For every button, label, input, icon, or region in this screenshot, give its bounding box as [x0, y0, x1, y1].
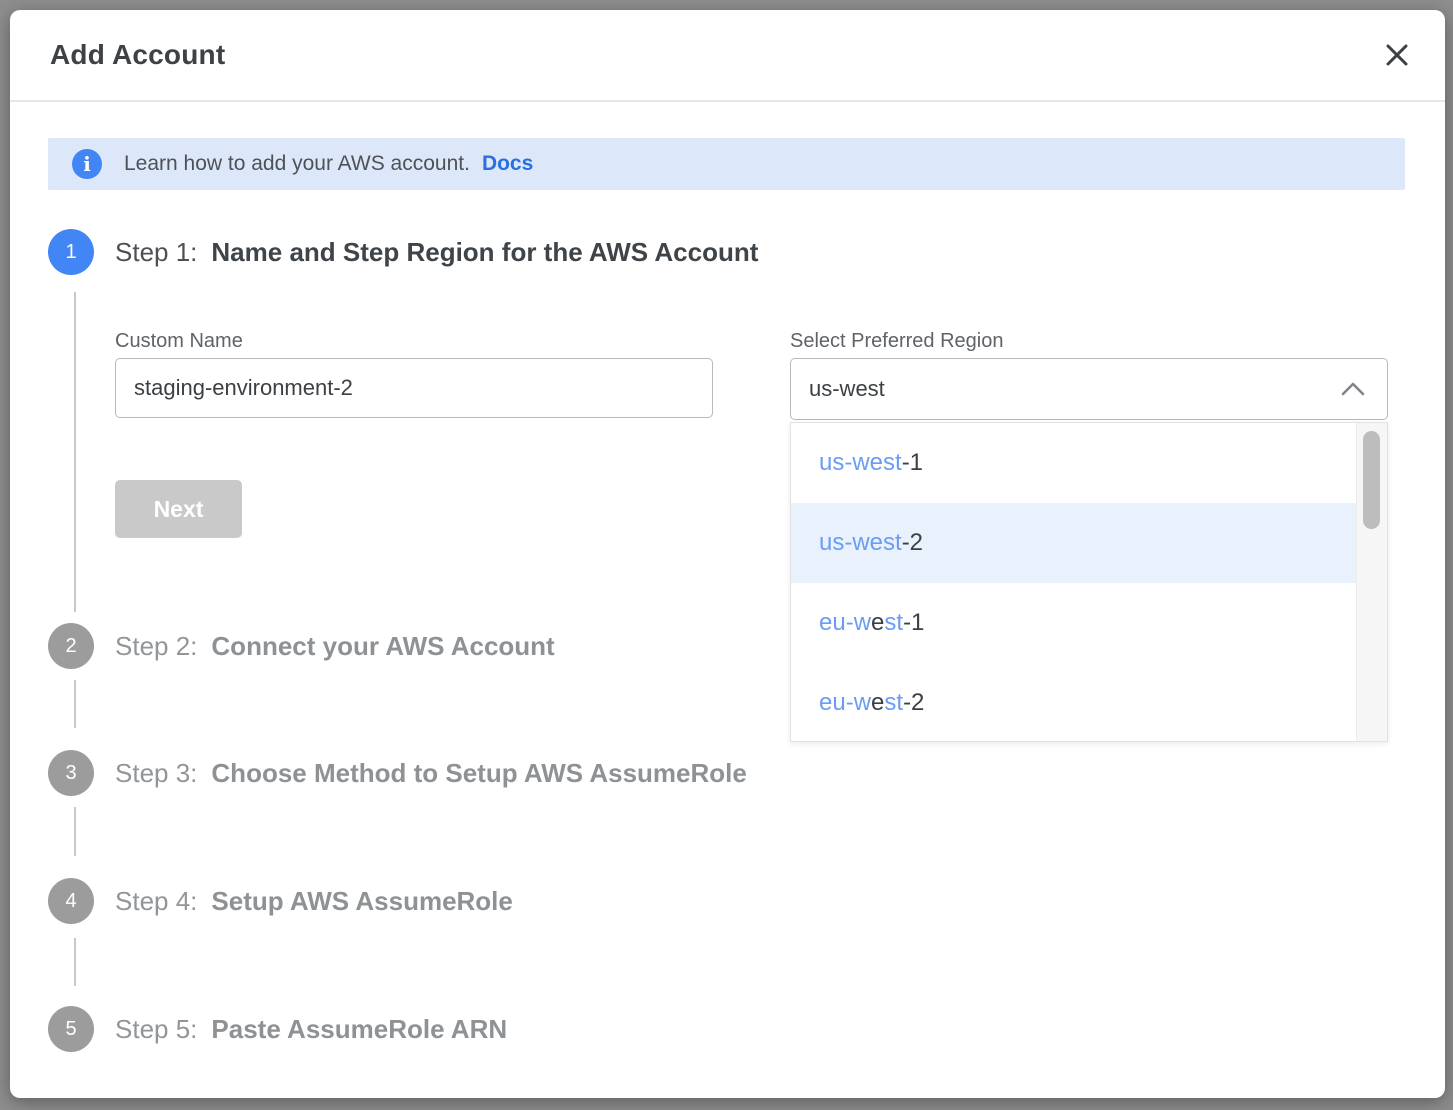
option-text: e — [871, 689, 884, 716]
step-3-prefix: Step 3: — [115, 758, 197, 788]
dropdown-option-eu-west-2[interactable]: eu-west-2 — [791, 663, 1357, 743]
step-4-title: Setup AWS AssumeRole — [211, 886, 512, 916]
step-connector — [74, 680, 76, 728]
dropdown-option-eu-west-1[interactable]: eu-west-1 — [791, 583, 1357, 663]
option-text-matched: st — [884, 689, 903, 716]
step-1-title: Name and Step Region for the AWS Account — [211, 237, 758, 267]
dropdown-option-us-west-2[interactable]: us-west-2 — [791, 503, 1357, 583]
close-button[interactable] — [1383, 41, 1411, 69]
option-text-matched: eu-w — [819, 609, 871, 636]
info-icon: i — [72, 149, 102, 179]
option-text: -2 — [903, 689, 924, 716]
step-4-prefix: Step 4: — [115, 886, 197, 916]
step-2-heading: Step 2: Connect your AWS Account — [115, 623, 555, 669]
option-text-matched: us-west — [819, 529, 902, 556]
step-connector — [74, 938, 76, 986]
dropdown-option-us-west-1[interactable]: us-west-1 — [791, 423, 1357, 503]
info-banner: i Learn how to add your AWS account. Doc… — [48, 138, 1405, 190]
step-1-circle: 1 — [48, 229, 94, 275]
modal-title: Add Account — [50, 10, 225, 100]
option-text-matched: us-west — [819, 449, 902, 476]
region-select — [790, 358, 1388, 420]
chevron-up-icon[interactable] — [1338, 380, 1368, 403]
step-1-prefix: Step 1: — [115, 237, 197, 267]
step-2-title: Connect your AWS Account — [211, 631, 554, 661]
add-account-modal: Add Account i Learn how to add your AWS … — [10, 10, 1445, 1098]
modal-header: Add Account — [10, 10, 1445, 102]
step-4-circle: 4 — [48, 878, 94, 924]
option-text: e — [871, 609, 884, 636]
option-text: -2 — [902, 529, 923, 556]
step-1-heading: Step 1: Name and Step Region for the AWS … — [115, 229, 758, 275]
step-5-prefix: Step 5: — [115, 1014, 197, 1044]
option-text-matched: st — [884, 609, 903, 636]
region-label: Select Preferred Region — [790, 330, 1003, 353]
step-3-title: Choose Method to Setup AWS AssumeRole — [211, 758, 746, 788]
dropdown-scrollbar-thumb[interactable] — [1363, 431, 1380, 529]
info-banner-text: Learn how to add your AWS account. — [124, 152, 470, 176]
step-connector — [74, 807, 76, 856]
step-5-heading: Step 5: Paste AssumeRole ARN — [115, 1006, 507, 1052]
option-text: -1 — [903, 609, 924, 636]
option-text-matched: eu-w — [819, 689, 871, 716]
option-text: -1 — [902, 449, 923, 476]
step-2-circle: 2 — [48, 623, 94, 669]
screen: Add Account i Learn how to add your AWS … — [0, 0, 1453, 1110]
step-2-prefix: Step 2: — [115, 631, 197, 661]
step-5-title: Paste AssumeRole ARN — [211, 1014, 507, 1044]
docs-link[interactable]: Docs — [482, 152, 533, 176]
next-button[interactable]: Next — [115, 480, 242, 538]
custom-name-input[interactable] — [115, 358, 713, 418]
region-select-input[interactable] — [790, 358, 1388, 420]
step-connector — [74, 292, 76, 612]
custom-name-label: Custom Name — [115, 330, 243, 353]
step-5-circle: 5 — [48, 1006, 94, 1052]
close-icon — [1383, 41, 1411, 69]
dropdown-scrollbar — [1356, 423, 1387, 741]
region-dropdown: us-west-1 us-west-2 eu-west-1 eu-west-2 — [790, 422, 1388, 742]
step-3-circle: 3 — [48, 750, 94, 796]
step-4-heading: Step 4: Setup AWS AssumeRole — [115, 878, 513, 924]
step-3-heading: Step 3: Choose Method to Setup AWS Assume… — [115, 750, 747, 796]
